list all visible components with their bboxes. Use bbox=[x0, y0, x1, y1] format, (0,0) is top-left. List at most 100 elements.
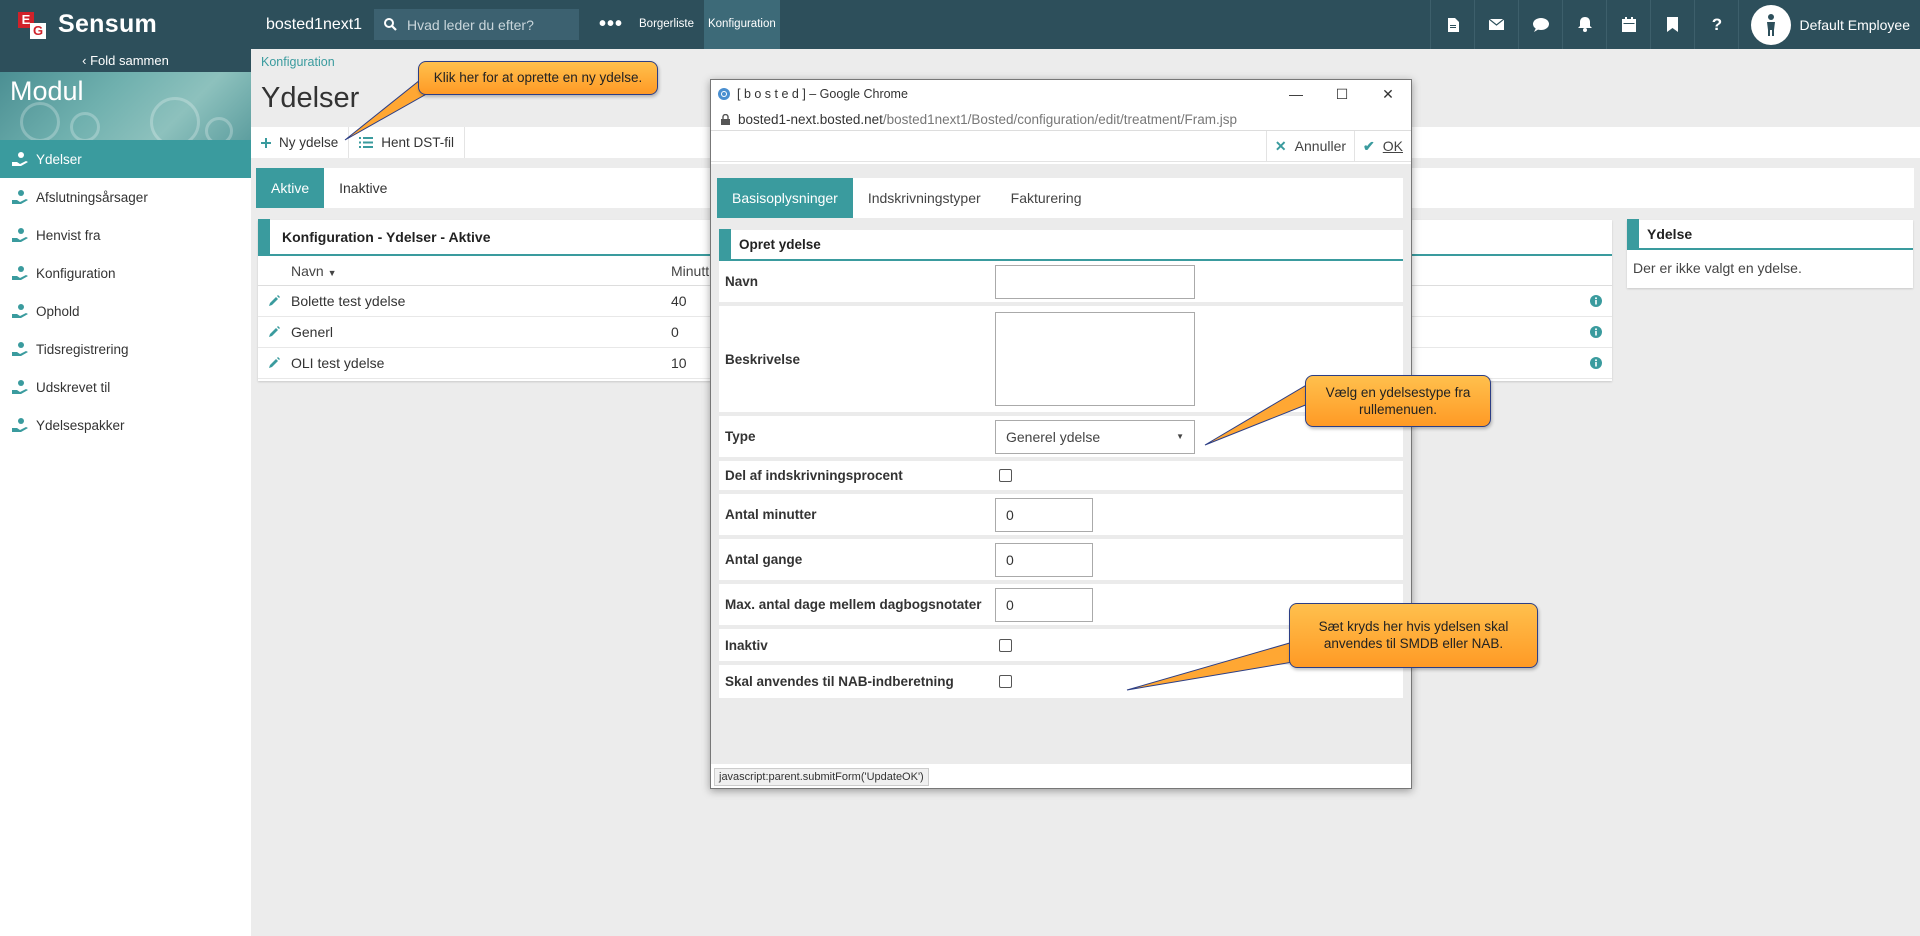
document-icon[interactable] bbox=[1430, 0, 1474, 49]
chat-icon[interactable] bbox=[1518, 0, 1562, 49]
popup-tabs: Basisoplysninger Indskrivningstyper Fakt… bbox=[717, 178, 1403, 218]
navn-label: Navn bbox=[725, 274, 759, 289]
field-row-minutter: Antal minutter bbox=[719, 494, 1403, 539]
brand-logo[interactable]: E G Sensum bbox=[0, 0, 250, 49]
caret-down-icon: ▼ bbox=[1176, 432, 1184, 441]
tab-basisoplysninger[interactable]: Basisoplysninger bbox=[717, 178, 853, 218]
column-navn[interactable]: Navn ▼ bbox=[291, 263, 671, 279]
info-icon[interactable] bbox=[1590, 325, 1602, 341]
row-minutes: 0 bbox=[671, 324, 679, 340]
sidebar-item-label: Ophold bbox=[36, 303, 80, 319]
search-icon bbox=[384, 18, 397, 31]
popup-title-bar: [ b o s t e d ] – Google Chrome — ☐ ✕ bbox=[711, 80, 1411, 108]
edit-ydelse-popup-window: [ b o s t e d ] – Google Chrome — ☐ ✕ bo… bbox=[710, 79, 1412, 789]
row-name: OLI test ydelse bbox=[291, 355, 385, 371]
person-hand-icon bbox=[12, 266, 28, 280]
field-row-del: Del af indskrivningsprocent bbox=[719, 461, 1403, 494]
tab-aktive[interactable]: Aktive bbox=[256, 168, 325, 208]
user-name: Default Employee bbox=[1799, 16, 1910, 33]
gange-input[interactable] bbox=[995, 542, 1093, 577]
form-title: Opret ydelse bbox=[739, 237, 821, 252]
callout-new-ydelse: Klik her for at oprette en ny ydelse. bbox=[418, 61, 658, 95]
sidebar-item-afslutningsårsager[interactable]: Afslutningsårsager bbox=[0, 178, 251, 216]
sidebar-item-konfiguration[interactable]: Konfiguration bbox=[0, 254, 251, 292]
fetch-dst-file-button[interactable]: Hent DST-fil bbox=[349, 127, 466, 158]
tab-inaktive[interactable]: Inaktive bbox=[324, 168, 402, 208]
close-window-button[interactable]: ✕ bbox=[1365, 86, 1411, 103]
new-ydelse-button[interactable]: Ny ydelse bbox=[251, 127, 350, 158]
url-path: /bosted1next1/Bosted/configuration/edit/… bbox=[882, 111, 1238, 127]
bookmark-icon[interactable] bbox=[1650, 0, 1694, 49]
check-icon: ✔ bbox=[1363, 137, 1375, 154]
sidebar-item-ydelsespakker[interactable]: Ydelsespakker bbox=[0, 406, 251, 444]
beskrivelse-label: Beskrivelse bbox=[725, 351, 801, 367]
callout-type: Vælg en ydelsestype fra rullemenuen. bbox=[1305, 375, 1491, 427]
ok-button[interactable]: ✔ OK bbox=[1354, 130, 1411, 162]
sidebar: ‹ Fold sammen Modul Ydelser Afslutningsår… bbox=[0, 49, 251, 936]
info-icon[interactable] bbox=[1590, 294, 1602, 310]
sidebar-item-label: Tidsregistrering bbox=[36, 341, 129, 357]
detail-title: Ydelse bbox=[1647, 226, 1693, 242]
minimize-button[interactable]: — bbox=[1273, 86, 1319, 102]
sidebar-item-ydelser[interactable]: Ydelser bbox=[0, 140, 251, 178]
fold-sidebar-button[interactable]: ‹ Fold sammen bbox=[0, 49, 251, 72]
chrome-icon bbox=[718, 88, 730, 100]
column-minutter[interactable]: Minutt bbox=[671, 263, 709, 279]
nav-borgerliste[interactable]: Borgerliste bbox=[635, 0, 698, 49]
minutter-input[interactable] bbox=[995, 497, 1093, 532]
person-hand-icon bbox=[12, 304, 28, 318]
field-row-beskrivelse: Beskrivelse bbox=[719, 306, 1403, 416]
pencil-icon[interactable] bbox=[258, 293, 291, 309]
status-bar: javascript:parent.submitForm('UpdateOK') bbox=[714, 768, 929, 786]
lock-icon bbox=[721, 113, 730, 125]
sidebar-item-label: Ydelser bbox=[36, 151, 82, 167]
close-icon: ✕ bbox=[1274, 137, 1287, 154]
breadcrumb[interactable]: Konfiguration bbox=[261, 55, 335, 69]
list-icon bbox=[359, 137, 374, 148]
maxdage-input[interactable] bbox=[995, 587, 1093, 622]
pencil-icon[interactable] bbox=[258, 324, 291, 340]
nab-label: Skal anvendes til NAB-indberetning bbox=[725, 674, 954, 689]
pencil-icon[interactable] bbox=[258, 355, 291, 371]
detail-empty-text: Der er ikke valgt en ydelse. bbox=[1633, 260, 1802, 276]
popup-actions: ✕ Annuller ✔ OK bbox=[711, 130, 1411, 162]
field-row-type: Type Generel ydelse ▼ bbox=[719, 416, 1403, 461]
sidebar-item-henvist-fra[interactable]: Henvist fra bbox=[0, 216, 251, 254]
sidebar-item-tidsregistrering[interactable]: Tidsregistrering bbox=[0, 330, 251, 368]
sidebar-item-ophold[interactable]: Ophold bbox=[0, 292, 251, 330]
type-select[interactable]: Generel ydelse ▼ bbox=[995, 419, 1195, 454]
del-label: Del af indskrivningsprocent bbox=[725, 468, 903, 483]
navn-input[interactable] bbox=[995, 264, 1195, 299]
help-icon[interactable]: ? bbox=[1694, 0, 1738, 49]
page-title: Ydelser bbox=[261, 82, 360, 114]
cancel-button[interactable]: ✕ Annuller bbox=[1265, 130, 1354, 162]
panel-title: Konfiguration - Ydelser - Aktive bbox=[282, 229, 491, 245]
popup-body: Basisoplysninger Indskrivningstyper Fakt… bbox=[711, 164, 1411, 764]
chevron-left-icon: ‹ bbox=[82, 53, 91, 68]
field-row-navn: Navn bbox=[719, 261, 1403, 306]
user-menu[interactable]: Default Employee bbox=[1738, 0, 1920, 49]
popup-window-title: [ b o s t e d ] – Google Chrome bbox=[737, 87, 908, 101]
more-menu-button[interactable]: ••• bbox=[599, 13, 629, 36]
person-hand-icon bbox=[12, 152, 28, 166]
beskrivelse-textarea[interactable] bbox=[995, 312, 1195, 406]
minutter-label: Antal minutter bbox=[725, 507, 817, 522]
info-icon[interactable] bbox=[1590, 356, 1602, 372]
maxdage-label: Max. antal dage mellem dagbogsnotater bbox=[725, 597, 982, 612]
calendar-icon[interactable] bbox=[1606, 0, 1650, 49]
callout-nab: Sæt kryds her hvis ydelsen skal anvendes … bbox=[1289, 603, 1538, 668]
address-bar[interactable]: bosted1-next.bosted.net/bosted1next1/Bos… bbox=[711, 108, 1411, 131]
row-name: Bolette test ydelse bbox=[291, 293, 406, 309]
maximize-button[interactable]: ☐ bbox=[1319, 86, 1365, 103]
sidebar-item-label: Henvist fra bbox=[36, 227, 101, 243]
del-checkbox[interactable] bbox=[999, 469, 1012, 482]
mail-icon[interactable] bbox=[1474, 0, 1518, 49]
tab-indskrivningstyper[interactable]: Indskrivningstyper bbox=[853, 178, 996, 218]
tab-fakturering[interactable]: Fakturering bbox=[996, 178, 1097, 218]
search-input[interactable]: Hvad leder du efter? bbox=[374, 9, 579, 40]
inaktiv-checkbox[interactable] bbox=[999, 638, 1012, 652]
sidebar-item-udskrevet-til[interactable]: Udskrevet til bbox=[0, 368, 251, 406]
nab-checkbox[interactable] bbox=[999, 675, 1012, 688]
bell-icon[interactable] bbox=[1562, 0, 1606, 49]
nav-konfiguration[interactable]: Konfiguration bbox=[703, 0, 780, 49]
